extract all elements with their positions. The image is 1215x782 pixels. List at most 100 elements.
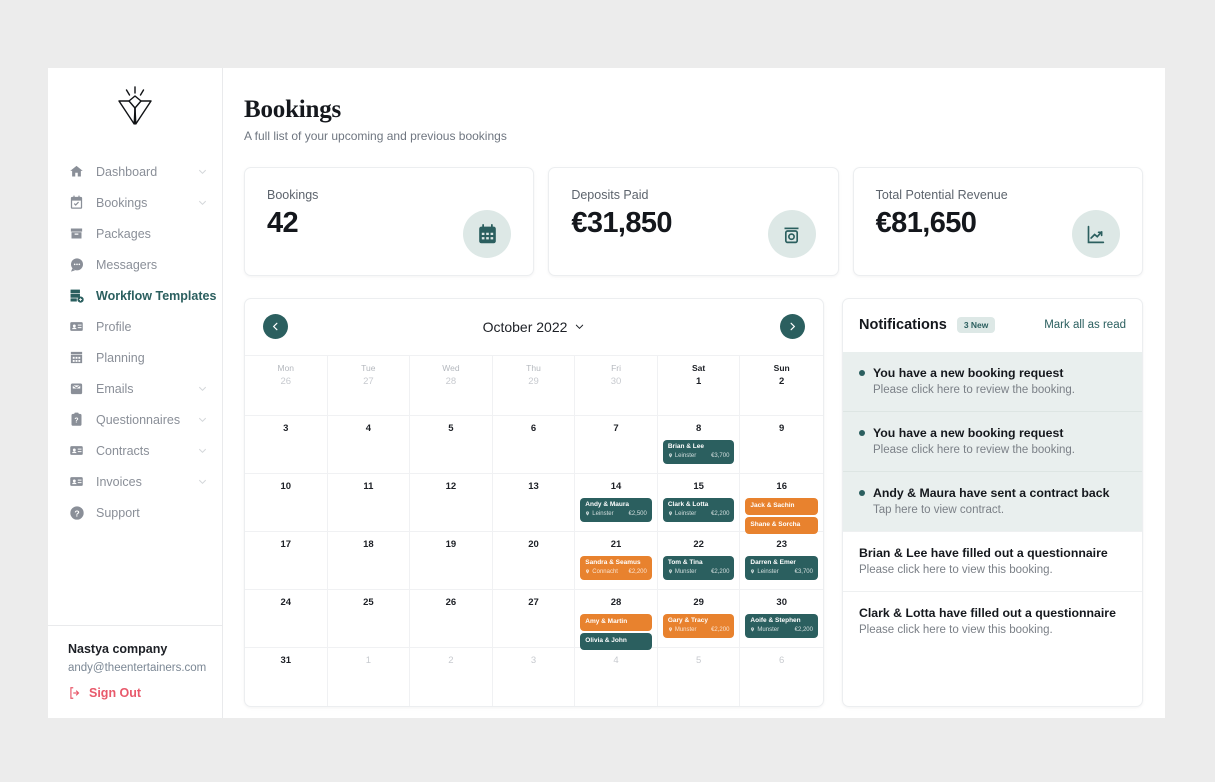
- chat-icon: [68, 256, 85, 273]
- calendar-day-cell[interactable]: 5: [410, 415, 493, 474]
- calendar-day-cell[interactable]: 4: [575, 647, 658, 706]
- calendar-day-cell[interactable]: 20: [492, 531, 576, 590]
- sign-out-button[interactable]: Sign Out: [68, 686, 202, 700]
- calendar-day-cell[interactable]: Tue 27: [327, 355, 411, 416]
- calendar-day-cell[interactable]: 25: [327, 589, 411, 648]
- sidebar-item-invoices[interactable]: Invoices: [48, 466, 222, 497]
- sidebar-item-profile[interactable]: Profile: [48, 311, 222, 342]
- calendar-day-cell[interactable]: 27: [492, 589, 576, 648]
- calendar-event-chip[interactable]: Aoife & Stephen Munster €2,200: [745, 613, 818, 638]
- calendar-day-cell[interactable]: 16 Jack & Sachin Shane & Sorcha: [740, 474, 823, 534]
- calendar-event-chip[interactable]: Gary & Tracy Munster €2,200: [662, 613, 735, 638]
- calendar-day-cell[interactable]: 12: [410, 473, 493, 532]
- notification-item[interactable]: Clark & Lotta have filled out a question…: [843, 590, 1142, 651]
- calendar-day-cell[interactable]: Sat 1: [657, 355, 741, 416]
- calendar-day-cell[interactable]: 22 Tom & Tina Munster €2,200: [657, 531, 741, 590]
- calendar-day-cell[interactable]: 21 Sandra & Seamus Connacht €2,200: [575, 531, 658, 590]
- notification-item[interactable]: You have a new booking request Please cli…: [843, 351, 1142, 411]
- sidebar-item-emails[interactable]: Emails: [48, 373, 222, 404]
- calendar-event-title: Shane & Sorcha: [750, 520, 801, 528]
- notification-item[interactable]: You have a new booking request Please cli…: [843, 410, 1142, 471]
- calendar-day-cell[interactable]: 10: [245, 473, 328, 532]
- calendar-day-cell[interactable]: 30 Aoife & Stephen Munster €2,200: [740, 590, 823, 648]
- calendar-day-cell[interactable]: 14 Andy & Maura Leinster €2,500: [575, 473, 658, 532]
- calendar-next-button[interactable]: [780, 314, 805, 339]
- sidebar-item-questionnaires[interactable]: ? Questionnaires: [48, 404, 222, 435]
- calendar-event-amount: €3,700: [794, 568, 813, 575]
- calendar-day-cell[interactable]: Wed 28: [410, 355, 493, 416]
- calendar-day-cell[interactable]: 6: [740, 648, 823, 706]
- app-logo[interactable]: [48, 68, 222, 136]
- calendar-event-chip[interactable]: Jack & Sachin: [745, 497, 818, 515]
- calendar-day-cell[interactable]: 26: [410, 589, 493, 648]
- calendar-day-cell[interactable]: 6: [492, 415, 576, 474]
- sidebar-item-contracts[interactable]: Contracts: [48, 435, 222, 466]
- sidebar-item-packages[interactable]: Packages: [48, 218, 222, 249]
- calendar-day-cell[interactable]: 11: [327, 473, 411, 532]
- sidebar-item-label: Emails: [96, 381, 134, 396]
- notification-item[interactable]: Brian & Lee have filled out a questionna…: [843, 530, 1142, 591]
- sidebar-item-workflow-templates[interactable]: Workflow Templates: [48, 280, 222, 311]
- calendar-event-chip[interactable]: Brian & Lee Leinster €3,700: [662, 439, 735, 464]
- sidebar-item-label: Questionnaires: [96, 412, 181, 427]
- chart-line-icon-badge: [1071, 210, 1120, 258]
- calendar-day-cell[interactable]: 4: [327, 415, 411, 474]
- location-pin-icon: [586, 569, 590, 574]
- chevron-down-icon: [198, 200, 207, 206]
- sidebar-item-support[interactable]: ? Support: [48, 497, 222, 528]
- calendar-day-cell[interactable]: 8 Brian & Lee Leinster €3,700: [657, 415, 741, 474]
- calendar-day-cell[interactable]: 17: [245, 531, 328, 590]
- notification-heading: Clark & Lotta have filled out a question…: [859, 605, 1116, 620]
- calendar-event-list: Aoife & Stephen Munster €2,200: [745, 613, 818, 638]
- mark-all-as-read-button[interactable]: Mark all as read: [1044, 319, 1126, 331]
- calendar-day-number: 6: [779, 654, 785, 666]
- calendar-event-chip[interactable]: Sandra & Seamus Connacht €2,200: [580, 555, 652, 580]
- calendar-day-cell[interactable]: 3: [493, 647, 576, 706]
- calendar-event-chip[interactable]: Clark & Lotta Leinster €2,200: [662, 497, 735, 522]
- calendar-day-cell[interactable]: Mon 26: [245, 355, 328, 416]
- calendar-day-cell[interactable]: Sun 2: [740, 356, 823, 416]
- calendar-day-cell[interactable]: 23 Darren & Emer Leinster €3,700: [740, 532, 823, 590]
- sidebar-item-messagers[interactable]: Messagers: [48, 249, 222, 280]
- chevron-down-icon: [576, 324, 584, 329]
- calendar-day-cell[interactable]: 15 Clark & Lotta Leinster €2,200: [657, 473, 741, 532]
- sidebar-item-label: Messagers: [96, 257, 158, 272]
- notifications-title: Notifications: [859, 317, 947, 333]
- calendar-day-cell[interactable]: 1: [328, 647, 411, 706]
- calendar-event-chip[interactable]: Darren & Emer Leinster €3,700: [745, 555, 818, 580]
- calendar-prev-button[interactable]: [263, 314, 288, 339]
- stat-label: Bookings: [267, 187, 319, 202]
- notification-heading-row: Brian & Lee have filled out a questionna…: [859, 546, 1126, 560]
- calendar-day-number: 8: [695, 422, 702, 434]
- calendar-month-selector[interactable]: October 2022: [483, 319, 586, 335]
- calendar-day-cell[interactable]: 28 Amy & Martin Olivia & John: [575, 589, 658, 650]
- calendar-day-cell[interactable]: 13: [492, 473, 576, 532]
- calendar-day-cell[interactable]: Fri 30: [575, 355, 658, 416]
- calendar-day-cell[interactable]: 18: [327, 531, 411, 590]
- sidebar-item-dashboard[interactable]: Dashboard: [48, 156, 222, 187]
- calendar-event-chip[interactable]: Andy & Maura Leinster €2,500: [580, 497, 652, 522]
- sidebar-item-bookings[interactable]: Bookings: [48, 187, 222, 218]
- calendar-day-cell[interactable]: 7: [575, 415, 658, 474]
- calendar-event-amount: €2,200: [711, 568, 730, 575]
- calendar-day-cell[interactable]: 29 Gary & Tracy Munster €2,200: [657, 589, 741, 648]
- calendar-day-cell[interactable]: 9: [740, 416, 823, 474]
- calendar-day-cell[interactable]: 3: [245, 415, 328, 474]
- notification-item[interactable]: Andy & Maura have sent a contract back Ta…: [843, 470, 1142, 531]
- calendar-event-chip[interactable]: Amy & Martin: [580, 613, 652, 631]
- calendar-week-row: 3 4 5 6 7 8 Brian & Lee Leinster €3,700 9: [245, 415, 823, 474]
- calendar-event-location: Leinster: [750, 568, 779, 576]
- sidebar-item-planning[interactable]: Planning: [48, 342, 222, 373]
- calendar-day-number: 30: [776, 596, 787, 608]
- calendar-event-chip[interactable]: Tom & Tina Munster €2,200: [662, 555, 735, 580]
- calendar-day-number: 31: [280, 654, 292, 666]
- calendar-day-cell[interactable]: 5: [658, 647, 741, 706]
- notification-heading-row: You have a new booking request: [859, 426, 1126, 440]
- calendar-day-cell[interactable]: 19: [410, 531, 493, 590]
- calendar-day-cell[interactable]: Thu 29: [492, 355, 576, 416]
- calendar-day-number: 3: [530, 654, 537, 666]
- calendar-day-cell[interactable]: 24: [245, 589, 328, 648]
- calendar-day-cell[interactable]: 2: [410, 647, 493, 706]
- calendar-day-cell[interactable]: 31: [245, 647, 328, 706]
- calendar-day-number: 2: [448, 654, 454, 666]
